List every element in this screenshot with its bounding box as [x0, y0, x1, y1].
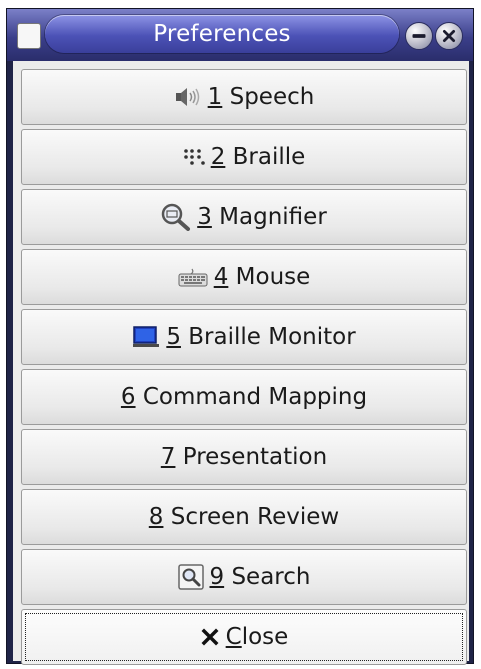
keyboard-icon	[178, 267, 208, 287]
speaker-icon	[174, 86, 202, 108]
close-icon	[442, 29, 456, 43]
monitor-icon	[132, 325, 160, 349]
magnifier-label: Magnifier	[219, 204, 327, 230]
close-label: lose	[241, 624, 289, 650]
magnifier-icon	[161, 203, 191, 231]
magnifier-button[interactable]: 3 Magnifier	[21, 189, 467, 245]
preferences-window: Preferences 1 Speech 2 Braille 3 Magnifi…	[6, 8, 474, 665]
presentation-mnemonic: 7	[160, 444, 176, 470]
close-button[interactable]: Close	[21, 609, 467, 665]
braille-monitor-mnemonic: 5	[166, 324, 181, 350]
speech-label: Speech	[229, 84, 315, 110]
screen-review-label: Screen Review	[170, 504, 340, 530]
braille-label: Braille	[232, 144, 306, 170]
window-title: Preferences	[153, 21, 291, 47]
presentation-button[interactable]: 7 Presentation	[21, 429, 467, 485]
minimize-icon	[412, 34, 426, 38]
close-x-icon	[200, 627, 220, 647]
title-bar[interactable]: Preferences	[7, 9, 473, 61]
mouse-label: Mouse	[235, 264, 311, 290]
magnifier-mnemonic: 3	[197, 204, 212, 230]
braille-mnemonic: 2	[210, 144, 226, 170]
window-menu-icon[interactable]	[17, 23, 41, 49]
presentation-label: Presentation	[182, 444, 328, 470]
search-label: Search	[231, 564, 311, 590]
braille-button[interactable]: 2 Braille	[21, 129, 467, 185]
search-mnemonic: 9	[209, 564, 225, 590]
search-button[interactable]: 9 Search	[21, 549, 467, 605]
mouse-mnemonic: 4	[213, 264, 229, 290]
preferences-content: 1 Speech 2 Braille 3 Magnifier 4 Mouse 5…	[13, 61, 469, 665]
minimize-button[interactable]	[405, 22, 433, 50]
command-mapping-label: Command Mapping	[142, 384, 368, 410]
screen-review-mnemonic: 8	[148, 504, 164, 530]
braille-icon	[183, 146, 205, 168]
mouse-button[interactable]: 4 Mouse	[21, 249, 467, 305]
braille-monitor-label: Braille Monitor	[188, 324, 356, 350]
speech-mnemonic: 1	[207, 84, 223, 110]
screen-review-button[interactable]: 8 Screen Review	[21, 489, 467, 545]
command-mapping-button[interactable]: 6 Command Mapping	[21, 369, 467, 425]
window-close-button[interactable]	[435, 22, 463, 50]
search-icon	[177, 564, 204, 590]
command-mapping-mnemonic: 6	[120, 384, 136, 410]
close-mnemonic: C	[225, 624, 242, 650]
speech-button[interactable]: 1 Speech	[21, 69, 467, 125]
braille-monitor-button[interactable]: 5 Braille Monitor	[21, 309, 467, 365]
